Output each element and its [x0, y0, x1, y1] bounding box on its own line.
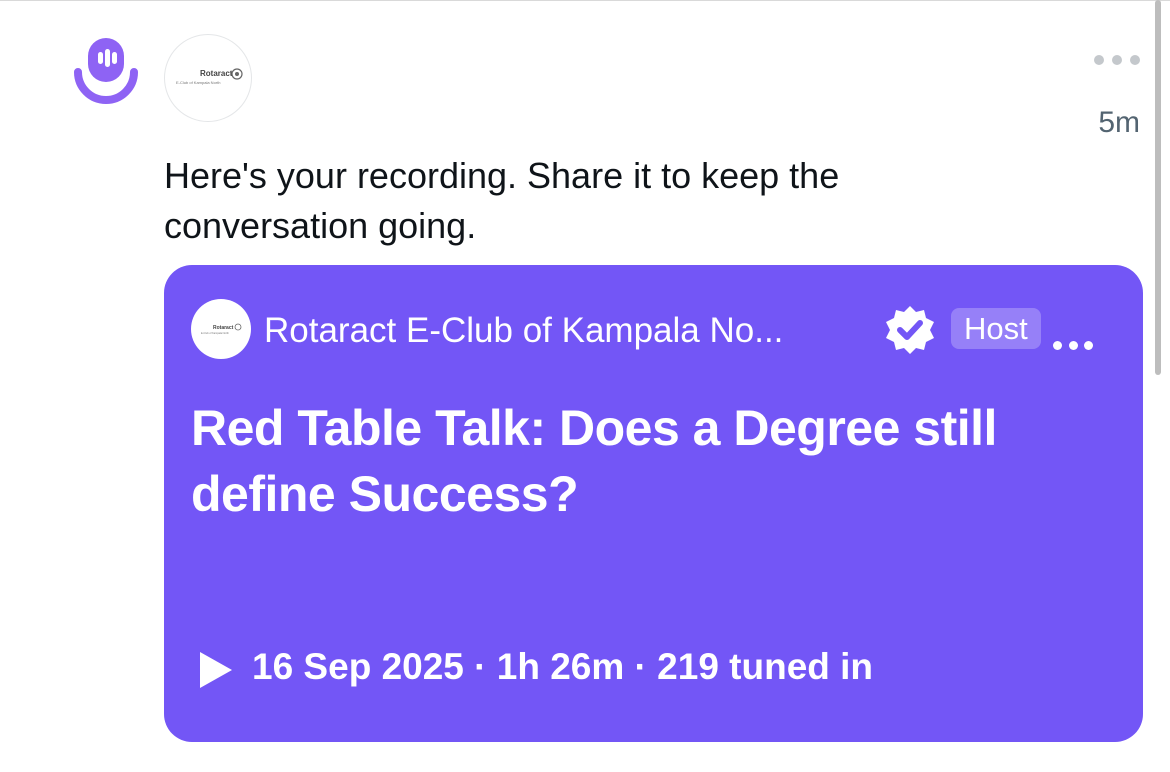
more-dot	[1084, 341, 1093, 350]
rotaract-logo: Rotaract E-Club of Kampala North	[201, 323, 242, 335]
spaces-microphone-icon	[72, 36, 140, 104]
space-meta: 16 Sep 2025 · 1h 26m · 219 tuned in	[252, 646, 874, 687]
svg-text:Rotaract: Rotaract	[213, 325, 234, 331]
timestamp: 5m	[1098, 106, 1140, 139]
avatar[interactable]: Rotaract E-Club of Kampala North	[164, 34, 252, 122]
host-name[interactable]: Rotaract E-Club of Kampala No...	[264, 311, 783, 351]
more-options-button[interactable]	[1094, 52, 1140, 68]
more-dot	[1130, 55, 1140, 65]
svg-text:Rotaract: Rotaract	[200, 69, 233, 78]
verified-badge-icon	[883, 303, 937, 357]
svg-text:E-Club of Kampala North: E-Club of Kampala North	[176, 80, 220, 85]
space-title: Red Table Talk: Does a Degree still defi…	[191, 400, 997, 522]
more-dot	[1068, 341, 1078, 350]
host-avatar[interactable]: Rotaract E-Club of Kampala North	[191, 299, 251, 359]
post-text: Here's your recording. Share it to keep …	[164, 155, 840, 246]
more-dot	[1112, 55, 1122, 65]
top-divider	[0, 0, 1170, 1]
play-icon[interactable]	[198, 650, 234, 690]
rotaract-logo: Rotaract E-Club of Kampala North	[176, 68, 243, 85]
host-badge: Host	[951, 308, 1041, 349]
more-dot	[1053, 341, 1062, 350]
space-recording-card[interactable]: Rotaract E-Club of Kampala North Rotarac…	[164, 265, 1143, 742]
scrollbar[interactable]	[1155, 0, 1161, 375]
more-dot	[1094, 55, 1104, 65]
svg-text:E-Club of Kampala North: E-Club of Kampala North	[201, 332, 229, 335]
card-more-options-button[interactable]	[1053, 341, 1093, 351]
